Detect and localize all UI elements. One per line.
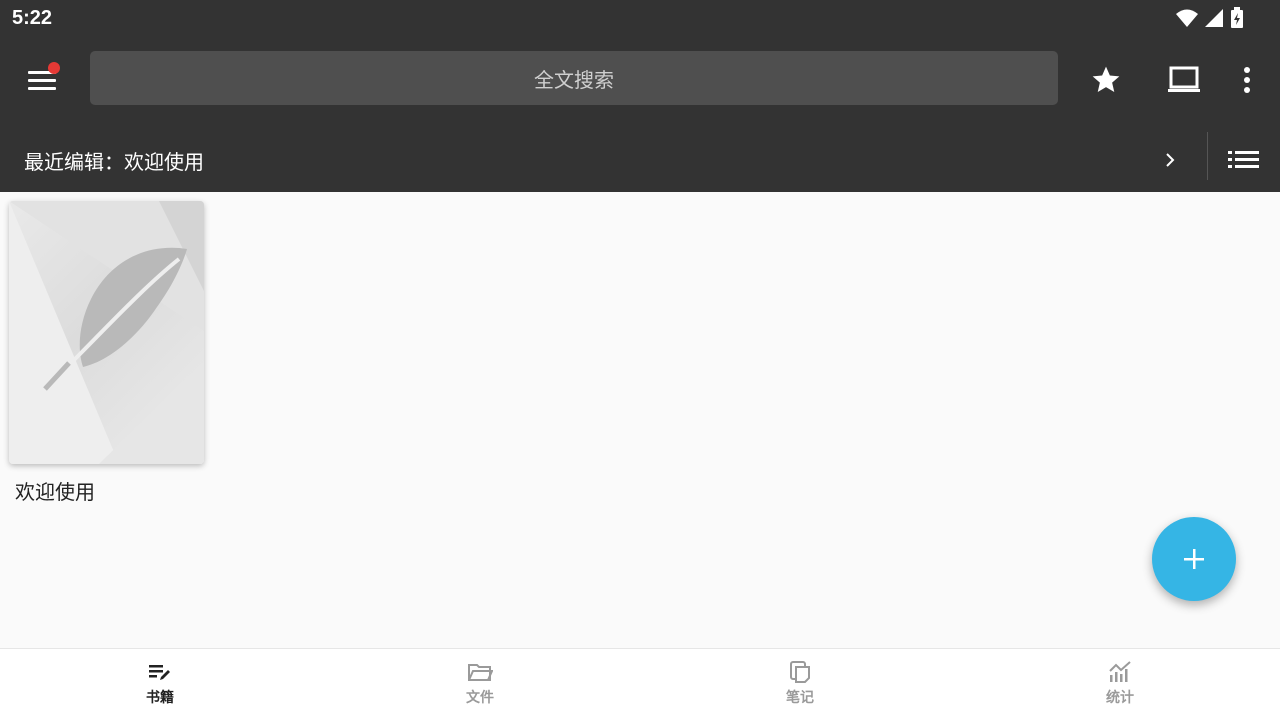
menu-button[interactable] [24, 62, 60, 98]
folder-open-icon [468, 664, 493, 681]
divider [1207, 132, 1208, 180]
tab-stats[interactable]: 统计 [960, 649, 1280, 721]
chart-icon [1109, 661, 1131, 682]
plus-icon [1184, 549, 1204, 569]
more-vert-icon [1244, 67, 1250, 93]
status-bar: 5:22 [0, 0, 1280, 38]
list-view-icon[interactable] [1228, 148, 1260, 172]
status-time: 5:22 [12, 7, 53, 29]
chevron-right-icon[interactable] [1160, 150, 1180, 170]
tab-notes[interactable]: 笔记 [640, 649, 960, 721]
recent-edit-bar[interactable]: 最近编辑：欢迎使用 [0, 132, 1280, 192]
more-options-button[interactable] [1227, 62, 1267, 98]
tab-files[interactable]: 文件 [320, 649, 640, 721]
add-button[interactable] [1152, 517, 1236, 601]
notes-icon [790, 661, 810, 683]
laptop-icon [1168, 66, 1200, 92]
recent-edit-label: 最近编辑：欢迎使用 [24, 150, 204, 174]
device-button[interactable] [1164, 62, 1204, 98]
book-title[interactable]: 欢迎使用 [15, 476, 95, 505]
tab-books-label: 书籍 [146, 690, 174, 706]
app-bar: 全文搜索 最近编辑：欢迎使用 [0, 38, 1280, 192]
status-icons [1176, 7, 1244, 29]
battery-icon [1231, 7, 1243, 28]
notification-dot [48, 62, 60, 74]
bottom-nav: 书籍 文件 笔记 统计 [0, 648, 1280, 721]
search-input[interactable]: 全文搜索 [90, 51, 1058, 105]
signal-icon [1205, 9, 1223, 27]
tab-notes-label: 笔记 [786, 690, 814, 706]
feather-icon [43, 247, 187, 391]
tab-files-label: 文件 [466, 690, 494, 706]
star-icon [1092, 66, 1120, 92]
tab-stats-label: 统计 [1106, 690, 1134, 706]
tab-books[interactable]: 书籍 [0, 649, 320, 721]
favorites-button[interactable] [1086, 62, 1126, 98]
book-edit-icon [149, 665, 170, 680]
book-cover[interactable] [9, 201, 204, 464]
search-placeholder: 全文搜索 [534, 67, 614, 92]
wifi-icon [1176, 9, 1198, 27]
